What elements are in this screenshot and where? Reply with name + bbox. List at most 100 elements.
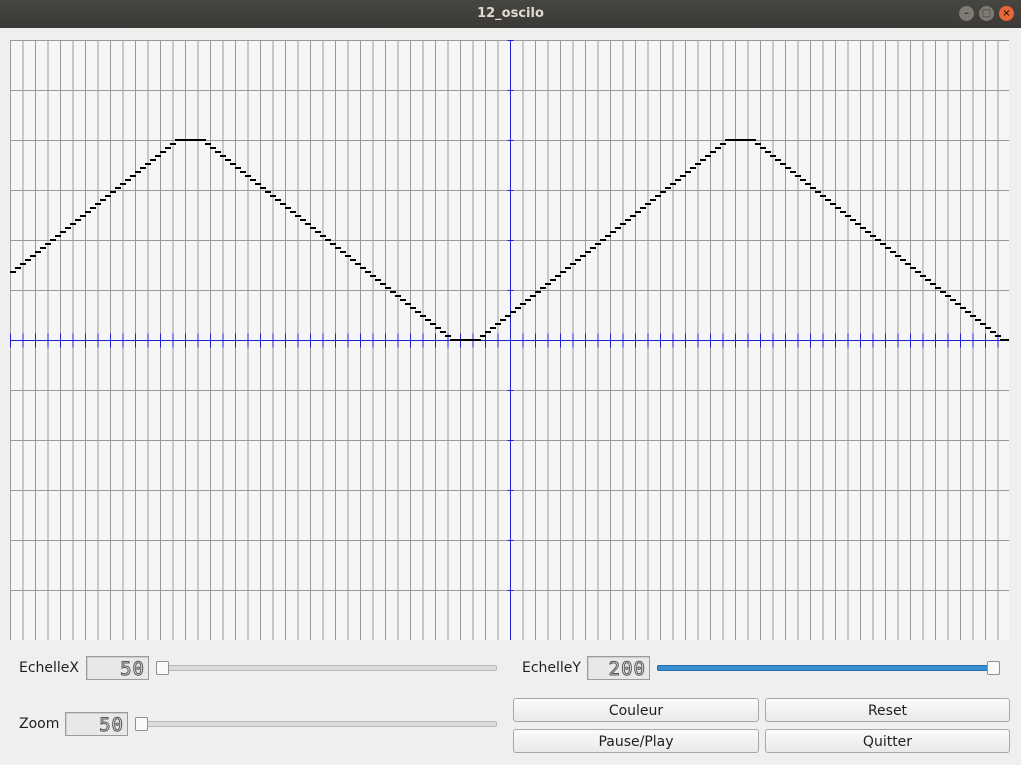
signal-segment bbox=[285, 207, 291, 209]
signal-segment bbox=[205, 143, 211, 145]
signal-segment bbox=[815, 191, 821, 193]
signal-segment bbox=[170, 143, 176, 145]
signal-segment bbox=[100, 199, 106, 201]
signal-segment bbox=[500, 319, 506, 321]
signal-segment bbox=[300, 219, 306, 221]
signal-segment bbox=[870, 235, 876, 237]
signal-segment bbox=[620, 223, 626, 225]
signal-segment bbox=[435, 327, 441, 329]
signal-segment bbox=[755, 143, 761, 145]
signal-segment bbox=[645, 203, 651, 205]
signal-segment bbox=[785, 167, 791, 169]
signal-segment bbox=[1005, 339, 1009, 341]
signal-segment bbox=[585, 251, 591, 253]
zoom-slider-handle[interactable] bbox=[135, 717, 148, 731]
signal-segment bbox=[970, 315, 976, 317]
signal-segment bbox=[365, 271, 371, 273]
signal-segment bbox=[775, 159, 781, 161]
signal-segment bbox=[900, 259, 906, 261]
signal-segment bbox=[850, 219, 856, 221]
signal-segment bbox=[605, 235, 611, 237]
signal-segment bbox=[280, 203, 286, 205]
zoom-slider-groove bbox=[135, 721, 497, 727]
signal-segment bbox=[35, 251, 41, 253]
signal-segment bbox=[525, 299, 531, 301]
echelley-slider[interactable] bbox=[657, 658, 1000, 678]
signal-segment bbox=[295, 215, 301, 217]
signal-segment bbox=[315, 231, 321, 233]
couleur-button[interactable]: Couleur bbox=[513, 698, 759, 722]
signal-segment bbox=[380, 283, 386, 285]
signal-segment bbox=[530, 295, 536, 297]
signal-segment bbox=[990, 331, 996, 333]
signal-segment bbox=[885, 247, 891, 249]
signal-segment bbox=[905, 263, 911, 265]
signal-segment bbox=[210, 147, 216, 149]
reset-button[interactable]: Reset bbox=[765, 698, 1010, 722]
signal-segment bbox=[670, 183, 676, 185]
window-title: 12_oscilo bbox=[477, 6, 544, 21]
signal-segment bbox=[935, 287, 941, 289]
signal-segment bbox=[925, 279, 931, 281]
signal-segment bbox=[950, 299, 956, 301]
pause-play-button[interactable]: Pause/Play bbox=[513, 729, 759, 753]
signal-segment bbox=[545, 283, 551, 285]
signal-segment bbox=[155, 155, 161, 157]
echelley-slider-handle[interactable] bbox=[987, 661, 1000, 675]
signal-segment bbox=[790, 171, 796, 173]
signal-segment bbox=[275, 199, 281, 201]
signal-segment bbox=[915, 271, 921, 273]
signal-segment bbox=[30, 255, 36, 257]
signal-segment bbox=[575, 259, 581, 261]
signal-segment bbox=[760, 147, 766, 149]
signal-segment bbox=[250, 179, 256, 181]
signal-segment bbox=[515, 307, 521, 309]
signal-segment bbox=[695, 163, 701, 165]
signal-segment bbox=[85, 211, 91, 213]
signal-segment bbox=[90, 207, 96, 209]
signal-segment bbox=[45, 243, 51, 245]
signal-segment bbox=[255, 183, 261, 185]
quitter-button[interactable]: Quitter bbox=[765, 729, 1010, 753]
signal-segment bbox=[405, 303, 411, 305]
signal-segment bbox=[400, 299, 406, 301]
signal-segment bbox=[310, 227, 316, 229]
signal-segment bbox=[395, 295, 401, 297]
signal-segment bbox=[130, 175, 136, 177]
signal-segment bbox=[125, 179, 131, 181]
signal-segment bbox=[105, 195, 111, 197]
echellex-lcd: 50 bbox=[86, 656, 149, 681]
signal-segment bbox=[570, 263, 576, 265]
signal-segment bbox=[855, 223, 861, 225]
signal-segment bbox=[825, 199, 831, 201]
signal-segment bbox=[845, 215, 851, 217]
signal-segment bbox=[385, 287, 391, 289]
signal-segment bbox=[835, 207, 841, 209]
signal-segment bbox=[625, 219, 631, 221]
signal-segment bbox=[225, 159, 231, 161]
echellex-slider-handle[interactable] bbox=[156, 661, 169, 675]
zoom-slider[interactable] bbox=[135, 714, 497, 734]
signal-segment bbox=[580, 255, 586, 257]
echellex-slider[interactable] bbox=[156, 658, 497, 678]
signal-segment bbox=[965, 311, 971, 313]
signal-segment bbox=[10, 271, 16, 273]
signal-segment bbox=[290, 211, 296, 213]
signal-segment bbox=[665, 187, 671, 189]
signal-segment bbox=[220, 155, 226, 157]
signal-segment bbox=[715, 147, 721, 149]
signal-segment bbox=[75, 219, 81, 221]
echellex-label: EchelleX bbox=[19, 660, 80, 676]
signal-segment bbox=[750, 139, 756, 141]
signal-segment bbox=[145, 163, 151, 165]
signal-segment bbox=[340, 251, 346, 253]
signal-segment bbox=[320, 235, 326, 237]
signal-segment bbox=[550, 279, 556, 281]
signal-segment bbox=[240, 171, 246, 173]
signal-segment bbox=[520, 303, 526, 305]
oscilloscope-display bbox=[10, 40, 1009, 640]
signal-segment bbox=[770, 155, 776, 157]
echelley-label: EchelleY bbox=[522, 660, 581, 676]
signal-segment bbox=[805, 183, 811, 185]
signal-segment bbox=[830, 203, 836, 205]
